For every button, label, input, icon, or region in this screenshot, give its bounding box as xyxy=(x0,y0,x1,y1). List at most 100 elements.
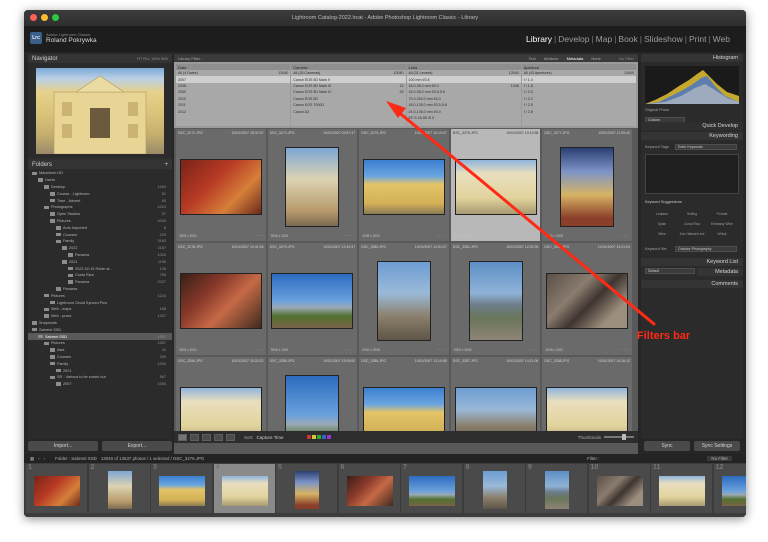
rating-stars-icon[interactable]: · · · · · xyxy=(529,348,538,353)
keyword-suggestion[interactable]: Selling xyxy=(677,212,707,216)
loupe-view-icon[interactable] xyxy=(190,433,199,441)
folder-row[interactable]: Photographs 4424 xyxy=(28,204,172,211)
grid-cell[interactable]: DSC_3288.JPG10/01/2007 14:26:123008 x 20… xyxy=(542,357,632,432)
slider-handle[interactable] xyxy=(622,434,626,440)
filmstrip-cell[interactable]: 12 xyxy=(713,464,746,513)
keyword-suggestion[interactable]: Whisk xyxy=(707,232,737,236)
folder-row[interactable]: Panama 2027 xyxy=(28,279,172,286)
survey-view-icon[interactable] xyxy=(214,433,223,441)
rating-stars-icon[interactable]: · · · · · xyxy=(254,234,263,239)
metadata-preset-dropdown[interactable]: Default xyxy=(645,268,695,274)
red-label-icon[interactable] xyxy=(306,435,311,439)
filter-option-none[interactable]: None xyxy=(591,56,601,61)
keywording-header[interactable]: Keywording xyxy=(641,132,743,140)
filmstrip-thumbnail[interactable] xyxy=(221,476,268,506)
keyword-suggestion[interactable]: Spain xyxy=(647,222,677,226)
navigator-zoom-options[interactable]: FIT FILL 100% 50% xyxy=(137,57,168,61)
photo-thumbnail[interactable] xyxy=(363,388,444,432)
grid-cell[interactable]: DSC_3286.JPG10/01/2007 13:10:553008 x 20… xyxy=(359,357,449,432)
folder-row[interactable]: Web - maps 188 xyxy=(28,306,172,313)
photo-thumbnail[interactable] xyxy=(547,388,628,432)
grid-cell[interactable]: DSC_3276.JPG 10/01/2007 10:12:38 3008 x 20… xyxy=(450,129,541,241)
folder-row[interactable]: Sabrent SSD xyxy=(28,326,172,333)
photo-thumbnail[interactable] xyxy=(286,148,339,226)
filter-option-metadata[interactable]: Metadata xyxy=(567,56,584,61)
filmstrip-source[interactable]: Folder : Sabrent SSD xyxy=(55,456,97,461)
back-icon[interactable]: ‹ xyxy=(38,456,39,461)
folder-row[interactable]: Panama xyxy=(28,286,172,293)
keyword-suggestion[interactable]: Anc Hathaert ent xyxy=(677,232,707,236)
folder-row[interactable]: Sabrent SSD 1557 xyxy=(28,333,172,340)
folder-row[interactable]: Open Studios 37 xyxy=(28,211,172,218)
folder-row[interactable]: 2021 1156 xyxy=(28,258,172,265)
grid-cell[interactable]: DSC_3275.JPG 10/01/2007 10:10:07 3008 x 20… xyxy=(359,129,449,241)
metadata-filter-row[interactable]: f / 2.8 xyxy=(522,108,636,114)
filmstrip-cell[interactable]: 6 xyxy=(338,464,400,513)
module-book[interactable]: Book xyxy=(618,34,637,44)
filmstrip-thumbnail[interactable] xyxy=(545,471,569,509)
forward-icon[interactable]: › xyxy=(44,456,45,461)
navigator-header[interactable]: Navigator FIT FILL 100% 50% xyxy=(28,54,172,63)
rating-stars-icon[interactable]: · · · · · xyxy=(254,348,263,353)
filter-preset[interactable]: No Filter xyxy=(619,56,634,61)
yellow-label-icon[interactable] xyxy=(311,435,316,439)
filmstrip-thumbnail[interactable] xyxy=(659,476,705,506)
photo-thumbnail[interactable] xyxy=(561,148,614,226)
filmstrip-thumbnail[interactable] xyxy=(482,471,507,509)
photo-thumbnail[interactable] xyxy=(180,160,261,214)
folders-header[interactable]: Folders + xyxy=(28,160,172,169)
sync-settings-button[interactable]: Sync Settings xyxy=(694,441,740,451)
filmstrip-thumbnail[interactable] xyxy=(107,471,132,509)
filmstrip-cell[interactable]: 5 xyxy=(276,464,337,513)
rating-stars-icon[interactable]: · · · · · xyxy=(529,234,538,239)
filmstrip-cell[interactable]: 9 xyxy=(526,464,587,513)
photo-thumbnail[interactable] xyxy=(363,160,444,214)
blue-label-icon[interactable] xyxy=(321,435,326,439)
metadata-filter-row[interactable]: 2012 xyxy=(176,108,290,114)
module-print[interactable]: Print xyxy=(689,34,706,44)
photo-thumbnail[interactable] xyxy=(286,376,339,432)
grid-cell[interactable]: DSC_3279.JPG 10/01/2007 12:42:47 3008 x 20… xyxy=(267,243,358,355)
grid-cell[interactable]: DSC_3272.JPG 10/01/2007 18:32:57 3008 x 20… xyxy=(176,129,266,241)
folder-row[interactable]: Pictures 4034 xyxy=(28,218,172,225)
keyword-suggestion[interactable]: Wine xyxy=(647,232,677,236)
grid-cell[interactable]: DSC_3282.JPG 10/01/2007 13:01:04 3008 x 20… xyxy=(542,243,632,355)
add-folder-icon[interactable]: + xyxy=(164,162,168,168)
folder-row[interactable]: Courses 299 xyxy=(28,354,172,361)
folder-row[interactable]: 2007 1054 xyxy=(28,381,172,388)
keyword-entry-box[interactable] xyxy=(645,154,739,194)
zoom-window-button[interactable] xyxy=(52,14,59,21)
photo-thumbnail[interactable] xyxy=(180,274,261,328)
folder-row[interactable]: Web - pracz 1207 xyxy=(28,313,172,320)
close-window-button[interactable] xyxy=(30,14,37,21)
folder-row[interactable]: Users xyxy=(28,177,172,184)
metadata-filter-row[interactable]: EF-S 18-55 IS II xyxy=(407,115,521,121)
keyword-suggestion[interactable]: Embassy Wine xyxy=(707,222,737,226)
filmstrip-thumbnail[interactable] xyxy=(295,471,319,509)
photo-thumbnail[interactable] xyxy=(547,274,628,328)
grid-cell[interactable]: DSC_3285.JPG10/01/2007 13:05:002000 x 30… xyxy=(267,357,358,432)
grid-view-toggle-icon[interactable]: ▦ xyxy=(30,456,34,462)
folder-row[interactable]: 2022-02-19 Robin st... 145 xyxy=(28,265,172,272)
photo-thumbnail[interactable] xyxy=(455,160,536,214)
filter-option-attribute[interactable]: Attribute xyxy=(544,56,559,61)
grid-cell[interactable]: DSC_3287.JPG10/01/2007 14:21:063008 x 20… xyxy=(450,357,541,432)
thumbnail-size-slider[interactable] xyxy=(604,434,634,440)
import-button[interactable]: Import... xyxy=(28,441,98,451)
folder-row[interactable]: Family 1004 xyxy=(28,360,172,367)
photo-thumbnail[interactable] xyxy=(455,388,536,432)
sort-value[interactable]: Capture Time xyxy=(257,435,284,440)
green-label-icon[interactable] xyxy=(316,435,321,439)
keyword-suggestion[interactable]: Costa Rica xyxy=(677,222,707,226)
folder-row[interactable]: SR - Various to be sorted out 567 xyxy=(28,374,172,381)
rating-stars-icon[interactable]: · · · · · xyxy=(620,234,629,239)
folder-row[interactable]: Courses 229 xyxy=(28,231,172,238)
folder-row[interactable]: Lightroom Cloud Synced Pics xyxy=(28,299,172,306)
filter-option-text[interactable]: Text xyxy=(528,56,535,61)
filmstrip-thumbnail[interactable] xyxy=(596,476,643,506)
rating-stars-icon[interactable]: · · · · · xyxy=(437,234,446,239)
filmstrip-thumbnail[interactable] xyxy=(159,476,205,506)
folder-row[interactable]: Snapshots xyxy=(28,320,172,327)
rating-stars-icon[interactable]: · · · · · xyxy=(345,234,354,239)
filmstrip-cell[interactable]: 3 xyxy=(151,464,212,513)
